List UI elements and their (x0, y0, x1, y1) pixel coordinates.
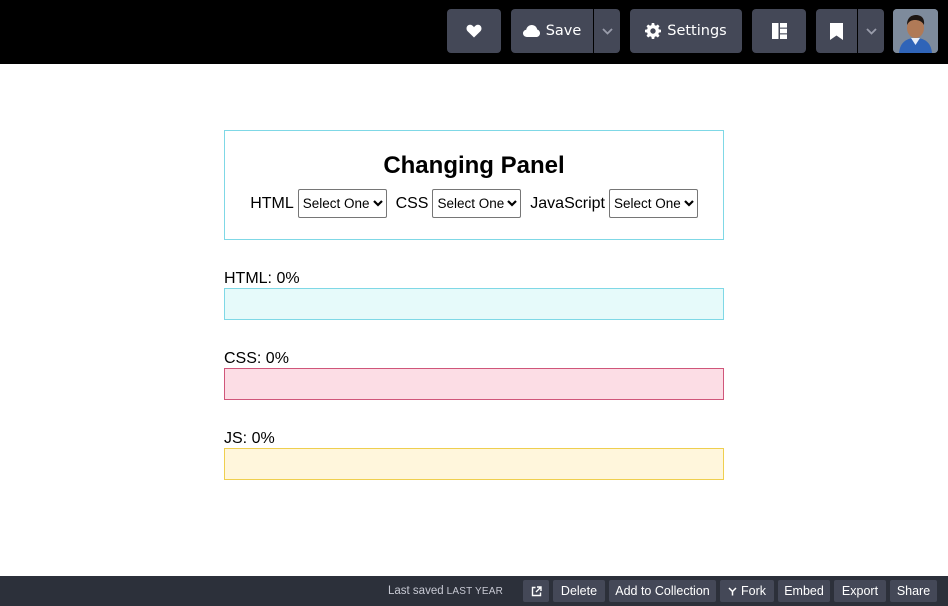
user-avatar[interactable] (893, 9, 938, 53)
bookmark-icon (830, 22, 843, 40)
settings-label: Settings (667, 23, 727, 39)
bookmark-options-button[interactable] (858, 9, 884, 53)
love-button[interactable] (447, 9, 501, 53)
css-select-label: CSS (395, 194, 429, 212)
fork-label: Fork (741, 584, 766, 598)
avatar-image (893, 9, 938, 53)
js-select[interactable]: Select One (608, 189, 698, 218)
html-progress-bar (224, 288, 724, 320)
css-progress-bar (224, 368, 724, 400)
settings-button[interactable]: Settings (630, 9, 742, 53)
last-saved-time: LAST YEAR (446, 586, 504, 597)
js-select-value: Select One (613, 196, 681, 211)
fork-icon (728, 586, 737, 595)
css-select-value: Select One (437, 196, 505, 211)
js-progress-bar (224, 448, 724, 480)
save-label: Save (545, 23, 582, 39)
last-saved-prefix: Last saved (388, 585, 444, 597)
share-button[interactable]: Share (890, 580, 937, 602)
add-to-collection-button[interactable]: Add to Collection (609, 580, 716, 602)
editor-header: Save Settings (0, 0, 948, 64)
panel-title: Changing Panel (383, 152, 565, 179)
css-select[interactable]: Select One (432, 189, 522, 218)
gear-icon (645, 23, 662, 39)
chevron-down-icon (372, 200, 383, 207)
select-row: HTML Select One CSS Select One JavaScrip… (225, 189, 723, 218)
js-select-label: JavaScript (530, 194, 605, 212)
chevron-down-icon (507, 200, 518, 207)
heart-icon (466, 24, 482, 38)
last-saved-status: Last saved LAST YEAR (388, 585, 503, 597)
delete-button[interactable]: Delete (553, 580, 605, 602)
layout-icon (771, 23, 787, 39)
chevron-down-icon (865, 27, 877, 35)
change-view-button[interactable] (752, 9, 806, 53)
chevron-down-icon (684, 200, 694, 207)
css-progress-label: CSS: 0% (224, 350, 289, 367)
html-progress-label: HTML: 0% (224, 270, 300, 287)
save-options-button[interactable] (594, 9, 620, 53)
embed-button[interactable]: Embed (778, 580, 830, 602)
bookmark-button[interactable] (816, 9, 857, 53)
editor-footer: Last saved LAST YEAR Delete Add to Collec… (0, 576, 948, 606)
save-button[interactable]: Save (511, 9, 593, 53)
open-external-button[interactable] (523, 580, 549, 602)
external-link-icon (531, 585, 542, 596)
cloud-icon (522, 25, 540, 37)
html-select-value: Select One (302, 196, 370, 211)
html-select[interactable]: Select One (297, 189, 387, 218)
changing-panel: Changing Panel HTML Select One CSS Selec… (224, 130, 724, 240)
html-select-label: HTML (250, 194, 294, 212)
export-button[interactable]: Export (834, 580, 886, 602)
fork-button[interactable]: Fork (720, 580, 774, 602)
chevron-down-icon (601, 27, 613, 35)
js-progress-label: JS: 0% (224, 430, 275, 447)
